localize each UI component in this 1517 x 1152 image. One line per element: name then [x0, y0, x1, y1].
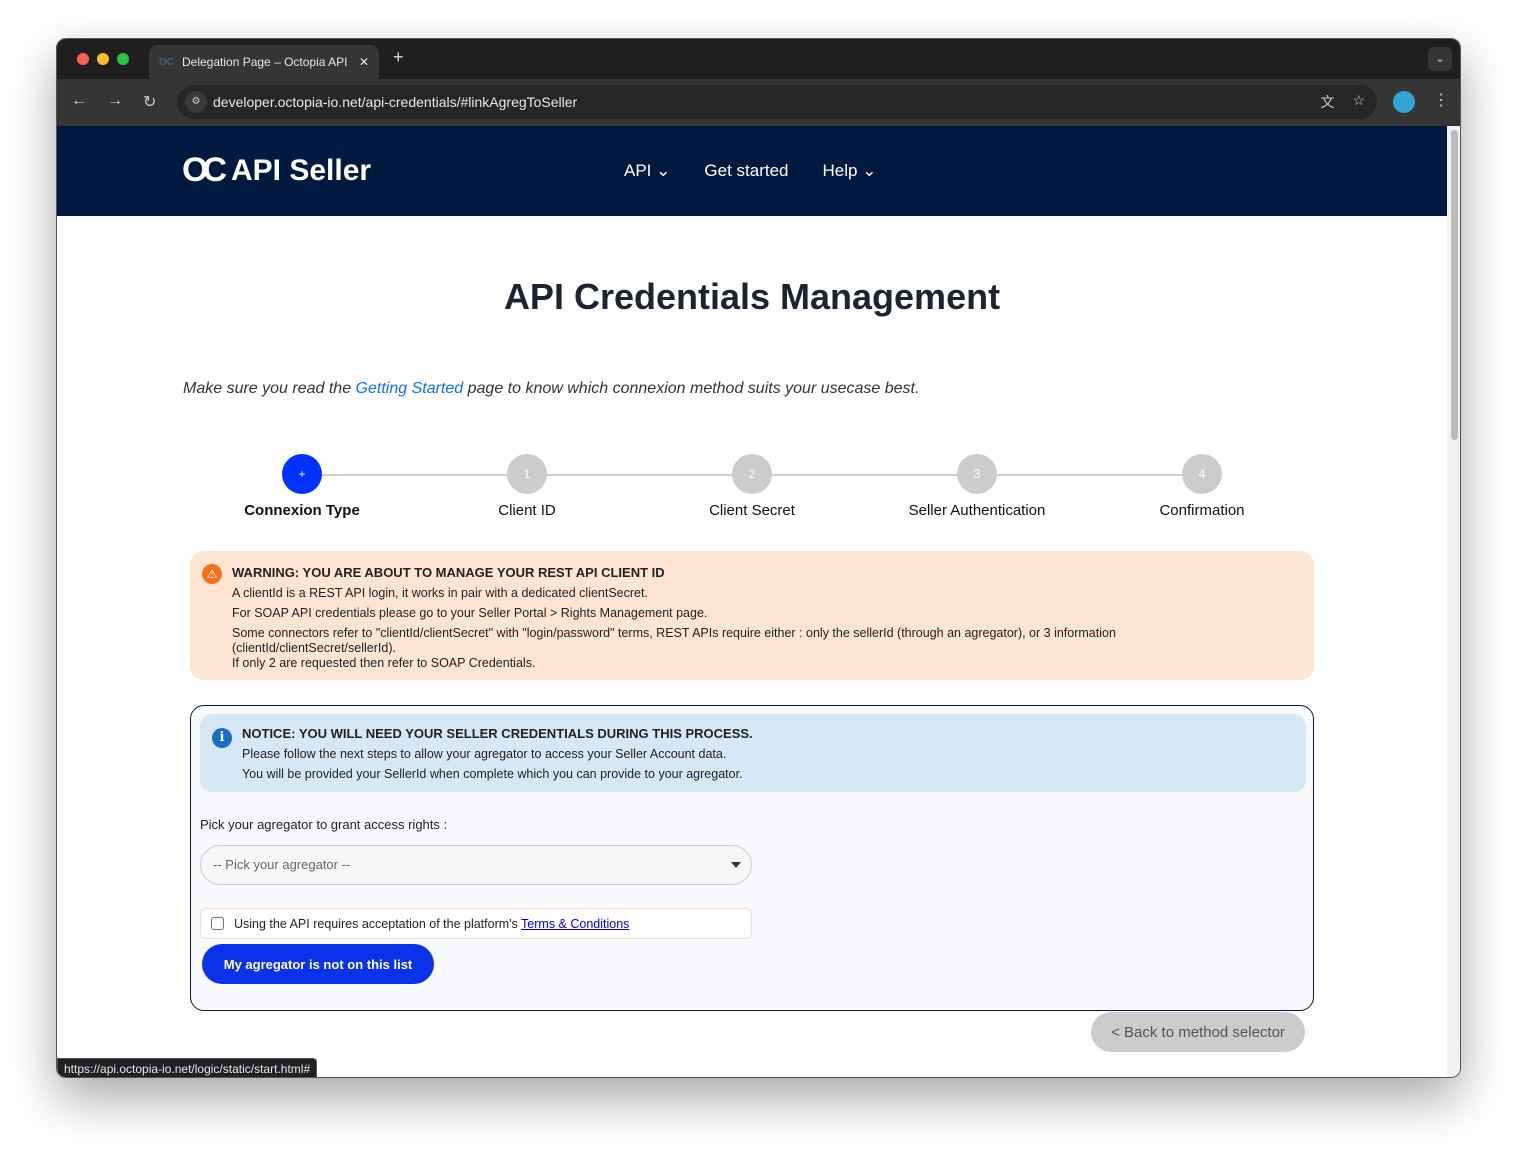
stepper: + Connexion Type 1 Client ID 2 Client Secre…: [244, 454, 1245, 519]
address-bar[interactable]: ⚙ developer.octopia-io.net/api-credential…: [177, 85, 1377, 119]
favicon-icon: OC: [159, 56, 174, 68]
dropdown-caret-icon: [731, 862, 741, 868]
scrollbar[interactable]: [1447, 126, 1460, 1077]
terms-link[interactable]: Terms & Conditions: [521, 917, 629, 931]
tab-search-button[interactable]: ⌄: [1428, 47, 1452, 71]
terms-checkbox[interactable]: [211, 917, 224, 930]
getting-started-link[interactable]: Getting Started: [356, 380, 464, 397]
step-connexion-type: + Connexion Type: [202, 454, 402, 519]
site-settings-icon[interactable]: ⚙: [185, 91, 207, 113]
warning-icon: ⚠: [202, 564, 222, 584]
step-client-secret: 2 Client Secret: [652, 454, 852, 519]
browser-tab[interactable]: OC Delegation Page – Octopia API ✕: [149, 45, 379, 79]
profile-avatar[interactable]: [1393, 91, 1415, 113]
back-arrow-icon[interactable]: ←: [71, 92, 87, 110]
chevron-down-icon: ⌄: [656, 161, 671, 180]
pick-agregator-label: Pick your agregator to grant access righ…: [200, 817, 448, 832]
new-tab-button[interactable]: +: [393, 47, 404, 68]
tab-title: Delegation Page – Octopia API: [182, 55, 348, 69]
bookmark-star-icon[interactable]: ☆: [1352, 92, 1365, 112]
octopia-logo-icon: OC: [182, 151, 227, 189]
page-title: API Credentials Management: [503, 276, 1001, 317]
window-controls: [77, 53, 129, 65]
step-seller-authentication: 3 Seller Authentication: [877, 454, 1077, 519]
web-page: OC API Seller API ⌄ Get started Help ⌄ AP…: [57, 126, 1447, 1077]
agregator-not-listed-button[interactable]: My agregator is not on this list: [202, 944, 434, 984]
close-tab-icon[interactable]: ✕: [359, 55, 369, 69]
agregator-select[interactable]: -- Pick your agregator --: [200, 845, 752, 885]
browser-toolbar: ← → ↻ ⚙ developer.octopia-io.net/api-cred…: [57, 79, 1460, 126]
agregator-panel: i NOTICE: YOU WILL NEED YOUR SELLER CRED…: [190, 705, 1314, 1011]
step-client-id: 1 Client ID: [427, 454, 627, 519]
close-window-button[interactable]: [77, 53, 89, 65]
warning-title: WARNING: YOU ARE ABOUT TO MANAGE YOUR RE…: [232, 565, 665, 580]
terms-acceptance: Using the API requires acceptation of th…: [200, 908, 752, 939]
step-confirmation: 4 Confirmation: [1102, 454, 1302, 519]
info-icon: i: [212, 728, 232, 748]
main-menu: API ⌄ Get started Help ⌄: [624, 161, 876, 181]
browser-window: OC Delegation Page – Octopia API ✕ + ⌄ ← →…: [56, 38, 1461, 1078]
menu-get-started[interactable]: Get started: [704, 161, 788, 181]
warning-banner: ⚠ WARNING: YOU ARE ABOUT TO MANAGE YOUR …: [190, 551, 1314, 680]
notice-banner: i NOTICE: YOU WILL NEED YOUR SELLER CRED…: [200, 714, 1306, 792]
chevron-down-icon: ⌄: [862, 161, 877, 180]
intro-text: Make sure you read the Getting Started p…: [183, 380, 920, 397]
back-to-method-selector-button[interactable]: < Back to method selector: [1091, 1012, 1305, 1052]
url-text: developer.octopia-io.net/api-credentials…: [213, 94, 578, 110]
maximize-window-button[interactable]: [117, 53, 129, 65]
notice-title: NOTICE: YOU WILL NEED YOUR SELLER CREDEN…: [242, 726, 753, 741]
menu-api[interactable]: API ⌄: [624, 161, 670, 181]
browser-menu-icon[interactable]: ⋮: [1433, 90, 1449, 110]
minimize-window-button[interactable]: [97, 53, 109, 65]
tab-bar: OC Delegation Page – Octopia API ✕ + ⌄: [57, 39, 1460, 79]
scrollbar-thumb[interactable]: [1451, 130, 1458, 440]
forward-arrow-icon[interactable]: →: [107, 92, 123, 110]
site-header: OC API Seller API ⌄ Get started Help ⌄: [57, 126, 1447, 216]
reload-icon[interactable]: ↻: [143, 92, 156, 112]
menu-help[interactable]: Help ⌄: [823, 161, 877, 181]
brand-name: API Seller: [231, 153, 372, 187]
status-bar-url: https://api.octopia-io.net/logic/static/…: [57, 1058, 318, 1077]
translate-icon[interactable]: 文: [1320, 92, 1334, 112]
site-logo[interactable]: OC API Seller: [182, 151, 371, 190]
